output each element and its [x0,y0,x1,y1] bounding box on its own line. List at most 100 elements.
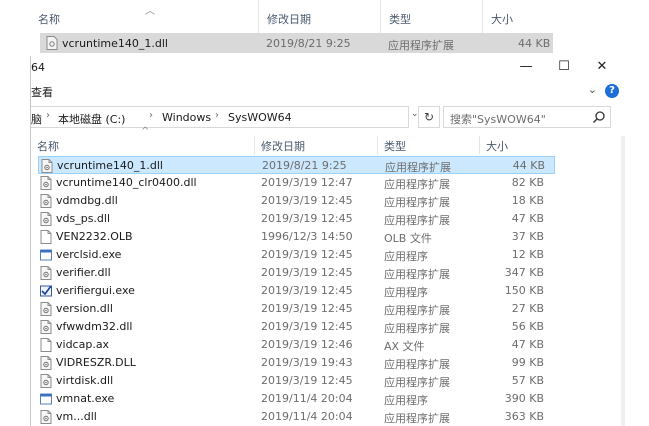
file-date: 2019/3/19 12:45 [261,194,353,207]
dll-file-icon [40,194,52,208]
dll-file-icon [41,159,53,173]
checkmark-app-icon [40,285,52,297]
maximize-button[interactable]: ☐ [545,56,583,78]
breadcrumb-computer[interactable]: 脑 [31,111,42,127]
file-name: version.dll [56,302,113,315]
file-name: vcruntime140_1.dll [57,159,163,172]
file-row[interactable]: verifiergui.exe 2019/3/19 12:45 应用程序 150 KB [38,282,555,300]
blank-file-icon [40,230,52,244]
file-row[interactable]: VIDRESZR.DLL 2019/3/19 19:43 应用程序扩展 99 KB [38,354,555,372]
file-type: 应用程序扩展 [384,178,450,191]
bg-col-date-label: 修改日期 [267,13,311,26]
bg-col-name-label: 名称 [38,13,60,26]
dll-file-icon [40,320,52,334]
file-name: vm...dll [56,410,97,423]
file-size: 12 KB [511,248,544,261]
breadcrumb-windows[interactable]: Windows [162,111,211,124]
dll-file-icon [40,374,52,388]
file-date: 2019/3/19 12:47 [261,176,353,189]
col-header-type[interactable]: 类型 [377,136,479,154]
file-row[interactable]: virtdisk.dll 2019/3/19 12:45 应用程序扩展 57 KB [38,372,555,390]
address-row: 脑 › 本地磁盘 (C:) › Windows › SysWOW64 ⌄ ↻ 搜… [31,106,625,128]
file-type: 应用程序扩展 [384,412,450,425]
breadcrumb-local-disk[interactable]: 本地磁盘 (C:) [58,111,125,127]
file-name: virtdisk.dll [56,374,114,387]
col-header-name[interactable]: 名称 ^ [31,126,254,154]
bg-col-name[interactable]: 名称 ︿ [30,0,258,33]
search-input[interactable]: 搜索"SysWOW64" [443,106,611,128]
blank-file-icon [40,338,52,352]
minimize-button[interactable]: — [507,56,545,78]
file-type: 应用程序 [384,286,428,299]
sort-up-arrow-icon: ︿ [145,6,155,17]
search-icon[interactable] [592,110,606,124]
file-type: 应用程序扩展 [384,214,450,227]
file-size: 99 KB [511,356,544,369]
file-date: 2019/3/19 12:45 [261,266,353,279]
file-date: 2019/11/4 20:04 [261,410,353,423]
bg-col-size[interactable]: 大小 [482,0,555,33]
bg-col-size-label: 大小 [491,13,513,26]
file-name: vcruntime140_clr0400.dll [56,176,197,189]
file-name: verifiergui.exe [56,284,135,297]
breadcrumb-separator-icon[interactable]: › [215,110,219,121]
file-row[interactable]: verclsid.exe 2019/3/19 12:45 应用程序 12 KB [38,246,555,264]
file-row[interactable]: vfwwdm32.dll 2019/3/19 12:45 应用程序扩展 56 KB [38,318,555,336]
col-header-date[interactable]: 修改日期 [254,136,377,154]
close-button[interactable]: ✕ [583,56,621,78]
file-row[interactable]: verifier.dll 2019/3/19 12:45 应用程序扩展 347 KB [38,264,555,282]
file-date: 2019/3/19 12:45 [261,320,353,333]
file-size: 57 KB [511,374,544,387]
file-type: 应用程序扩展 [384,358,450,371]
file-name: vdmdbg.dll [56,194,118,207]
file-row[interactable]: vdmdbg.dll 2019/3/19 12:45 应用程序扩展 18 KB [38,192,555,210]
bg-col-date[interactable]: 修改日期 [258,0,380,33]
file-row[interactable]: vmnat.exe 2019/11/4 20:04 应用程序 390 KB [38,390,555,408]
file-type: 应用程序扩展 [385,161,451,174]
file-date: 2019/3/19 12:45 [261,302,353,315]
file-row[interactable]: VEN2232.OLB 1996/12/3 14:50 OLB 文件 37 KB [38,228,555,246]
window-title: 64 [31,61,45,74]
address-bar[interactable]: 脑 › 本地磁盘 (C:) › Windows › SysWOW64 [31,106,409,128]
refresh-button[interactable]: ↻ [418,106,440,128]
bg-selected-row[interactable]: vcruntime140_1.dll 2019/8/21 9:25 应用程序扩展… [40,33,553,53]
ribbon-expand-chevron-icon[interactable]: ⌄ [588,83,597,96]
ribbon-bar: 查看 ⌄ ? [31,78,625,104]
sort-up-arrow-icon: ^ [141,126,150,137]
file-type: 应用程序扩展 [384,196,450,209]
bg-col-type-label: 类型 [389,13,411,26]
file-row[interactable]: vm...dll 2019/11/4 20:04 应用程序扩展 363 KB [38,408,555,426]
file-type: AX 文件 [384,340,425,353]
file-row[interactable]: vcruntime140_1.dll 2019/8/21 9:25 应用程序扩展 44… [38,156,555,174]
breadcrumb-separator-icon[interactable]: › [46,110,50,121]
file-name: vfwwdm32.dll [56,320,133,333]
dll-file-icon [40,356,52,370]
file-date: 1996/12/3 14:50 [261,230,353,243]
file-row[interactable]: vds_ps.dll 2019/3/19 12:45 应用程序扩展 47 KB [38,210,555,228]
file-row[interactable]: vidcap.ax 2019/3/19 12:46 AX 文件 47 KB [38,336,555,354]
file-row[interactable]: version.dll 2019/3/19 12:45 应用程序扩展 27 KB [38,300,555,318]
file-date: 2019/8/21 9:25 [262,159,347,172]
file-date: 2019/3/19 12:45 [261,212,353,225]
file-size: 44 KB [512,159,545,172]
file-row[interactable]: vcruntime140_clr0400.dll 2019/3/19 12:47 应… [38,174,555,192]
file-date: 2019/3/19 12:45 [261,374,353,387]
file-type: 应用程序扩展 [384,268,450,281]
file-type: 应用程序 [384,250,428,263]
file-size: 18 KB [511,194,544,207]
file-size: 347 KB [504,266,544,279]
file-size: 150 KB [504,284,544,297]
help-icon[interactable]: ? [605,84,619,98]
file-size: 363 KB [504,410,544,423]
file-type: 应用程序扩展 [384,304,450,317]
bg-col-type[interactable]: 类型 [380,0,482,33]
dll-file-icon [40,266,52,280]
vertical-scrollbar[interactable] [621,136,625,426]
file-list: vcruntime140_1.dll 2019/8/21 9:25 应用程序扩展 44… [31,156,555,426]
file-size: 47 KB [511,338,544,351]
col-header-size[interactable]: 大小 [479,136,551,154]
breadcrumb-syswow64[interactable]: SysWOW64 [228,111,292,124]
title-bar[interactable]: 64 — ☐ ✕ [31,56,625,78]
tab-view[interactable]: 查看 [31,84,53,100]
breadcrumb-separator-icon[interactable]: › [149,110,153,121]
